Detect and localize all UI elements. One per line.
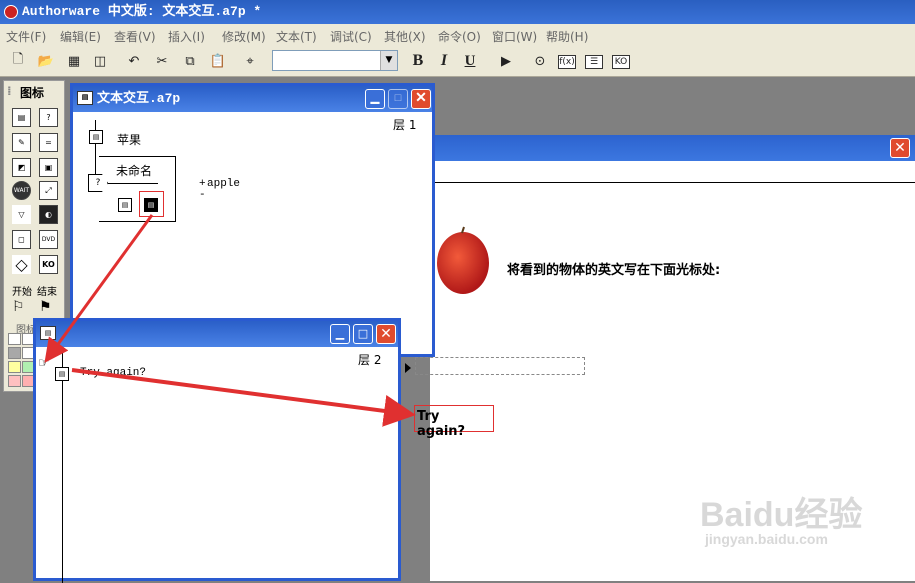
bold-button[interactable]: B — [408, 51, 428, 71]
palette-title-bar: ⁞ 图标 — [4, 81, 64, 101]
end-flag-icon[interactable]: ⚑ — [39, 299, 52, 315]
authorware-logo-icon — [4, 5, 18, 19]
menu-edit[interactable]: 编辑(E) — [60, 28, 101, 45]
erase-icon[interactable]: ◩ — [12, 158, 31, 177]
decision-icon[interactable]: ▽ — [12, 205, 31, 224]
baidu-watermark: Baidu经验 — [700, 496, 863, 534]
apple-image — [437, 226, 489, 294]
knowledge-object-icon[interactable]: KO — [39, 255, 58, 274]
flowline-window-level2: ▤ ▁ □ ✕ 层 2 ☞ ▤ Try again? — [33, 318, 401, 583]
variables-icon[interactable]: ☰ — [585, 55, 603, 69]
feedback-text: Try again? — [414, 405, 494, 439]
file-icon: ▤ — [77, 91, 93, 105]
start-flag-icon[interactable]: ⚐ — [12, 299, 25, 315]
undo-icon[interactable]: ↶ — [124, 51, 144, 71]
flowline-window-level1: ▤ 文本交互.a7p ▁ □ ✕ 层 1 ▤ 苹果 未命名 ? ▤ ▤ + ap… — [70, 83, 435, 357]
close-icon[interactable]: ✕ — [411, 89, 431, 109]
save-all-icon[interactable]: ▦ — [64, 51, 84, 71]
sound-icon[interactable]: ◇ — [12, 255, 31, 274]
menu-commands[interactable]: 命令(O) — [438, 28, 481, 45]
display-icon[interactable]: ▤ — [118, 198, 132, 212]
presentation-window: ✕ 将看到的物体的英文写在下面光标处: Try again? Baidu经验 j… — [405, 135, 915, 581]
toolbar: 🗋 📂 ▦ ◫ ↶ ✂ ⧉ 📋 ⌖ B I U ▶ ⊙ f(x) ☰ KO — [0, 46, 915, 77]
maximize-icon[interactable]: □ — [353, 324, 373, 344]
app-title-bar: Authorware 中文版: 文本交互.a7p * — [0, 0, 915, 24]
navigate-icon[interactable]: = — [39, 133, 58, 152]
end-flag-label: 结束 — [37, 287, 57, 298]
level-label: 层 2 — [358, 353, 382, 367]
feedback-icon-label: Try again? — [80, 367, 147, 379]
menu-help[interactable]: 帮助(H) — [546, 28, 588, 45]
minimize-icon[interactable]: ▁ — [365, 89, 385, 109]
divider — [430, 182, 915, 183]
digital-movie-icon[interactable]: ◐ — [39, 205, 58, 224]
cut-icon[interactable]: ✂ — [152, 51, 172, 71]
functions-button[interactable]: f(x) — [558, 55, 576, 69]
menu-modify[interactable]: 修改(M) — [222, 28, 266, 45]
baidu-watermark-url: jingyan.baidu.com — [705, 531, 828, 547]
menu-other[interactable]: 其他(X) — [384, 28, 426, 45]
copy-icon[interactable]: ⧉ — [180, 51, 200, 71]
palette-title: 图标 — [20, 86, 45, 100]
menu-view[interactable]: 查看(V) — [114, 28, 156, 45]
import-icon[interactable]: ◫ — [90, 51, 110, 71]
display-icon[interactable]: ▤ — [55, 367, 69, 381]
underline-button[interactable]: U — [460, 51, 480, 71]
run-icon[interactable]: ▶ — [496, 51, 516, 71]
interaction-label: 未命名 — [116, 164, 153, 178]
color-swatch[interactable] — [8, 375, 21, 387]
start-flag-label: 开始 — [12, 287, 32, 298]
hand-pointer-icon: ☞ — [38, 356, 50, 371]
close-icon[interactable]: ✕ — [376, 324, 396, 344]
icon-label-apple: 苹果 — [117, 133, 142, 147]
color-swatch[interactable] — [8, 361, 21, 373]
menu-insert[interactable]: 插入(I) — [168, 28, 205, 45]
window-title-bar: ▤ ▁ □ ✕ — [36, 321, 398, 347]
maximize-icon: □ — [388, 89, 408, 109]
menu-window[interactable]: 窗口(W) — [492, 28, 537, 45]
display-icon[interactable]: ▤ — [89, 130, 103, 144]
color-swatch[interactable] — [8, 333, 21, 345]
response-label: apple — [207, 178, 241, 190]
interaction-icon[interactable]: ? — [39, 108, 58, 127]
control-panel-icon[interactable]: ⊙ — [530, 51, 550, 71]
open-folder-icon[interactable]: 📂 — [36, 51, 56, 71]
text-entry-field[interactable] — [415, 357, 585, 375]
knowledge-objects-button[interactable]: KO — [612, 55, 630, 69]
display-icon: ▤ — [40, 326, 56, 340]
cursor-marker-icon — [405, 363, 411, 373]
grip-icon[interactable]: ⁞ — [7, 84, 12, 98]
branch-line — [108, 183, 158, 184]
window-title-bar: ▤ 文本交互.a7p ▁ □ ✕ — [73, 86, 432, 112]
video-icon[interactable]: DVD — [39, 230, 58, 249]
calculation-icon[interactable]: ✎ — [12, 133, 31, 152]
italic-button[interactable]: I — [434, 51, 454, 71]
menu-file[interactable]: 文件(F) — [6, 28, 46, 45]
presentation-title-bar: ✕ — [430, 135, 915, 161]
map-icon[interactable]: ◻ — [12, 230, 31, 249]
response-minus: - — [199, 189, 206, 201]
motion-icon[interactable]: ⤢ — [39, 181, 58, 200]
window-title: 文本交互.a7p — [97, 91, 181, 106]
prompt-text: 将看到的物体的英文写在下面光标处: — [507, 263, 721, 278]
display-icon[interactable]: ▤ — [12, 108, 31, 127]
wait-icon[interactable]: WAIT — [12, 181, 31, 200]
app-title: Authorware 中文版: 文本交互.a7p * — [22, 4, 262, 19]
level-label: 层 1 — [393, 118, 417, 132]
color-swatch[interactable] — [8, 347, 21, 359]
paste-icon[interactable]: 📋 — [208, 51, 228, 71]
minimize-icon[interactable]: ▁ — [330, 324, 350, 344]
font-style-combo[interactable]: ▼ — [272, 50, 398, 71]
selection-highlight — [139, 191, 164, 217]
menu-bar: 文件(F) 编辑(E) 查看(V) 插入(I) 修改(M) 文本(T) 调试(C… — [0, 24, 915, 46]
chevron-down-icon[interactable]: ▼ — [380, 51, 397, 70]
flowline — [62, 353, 63, 583]
menu-debug[interactable]: 调试(C) — [330, 28, 372, 45]
menu-text[interactable]: 文本(T) — [276, 28, 317, 45]
new-file-icon[interactable]: 🗋 — [8, 51, 28, 71]
find-icon[interactable]: ⌖ — [240, 51, 260, 71]
close-icon[interactable]: ✕ — [890, 138, 910, 158]
framework-icon[interactable]: ▣ — [39, 158, 58, 177]
